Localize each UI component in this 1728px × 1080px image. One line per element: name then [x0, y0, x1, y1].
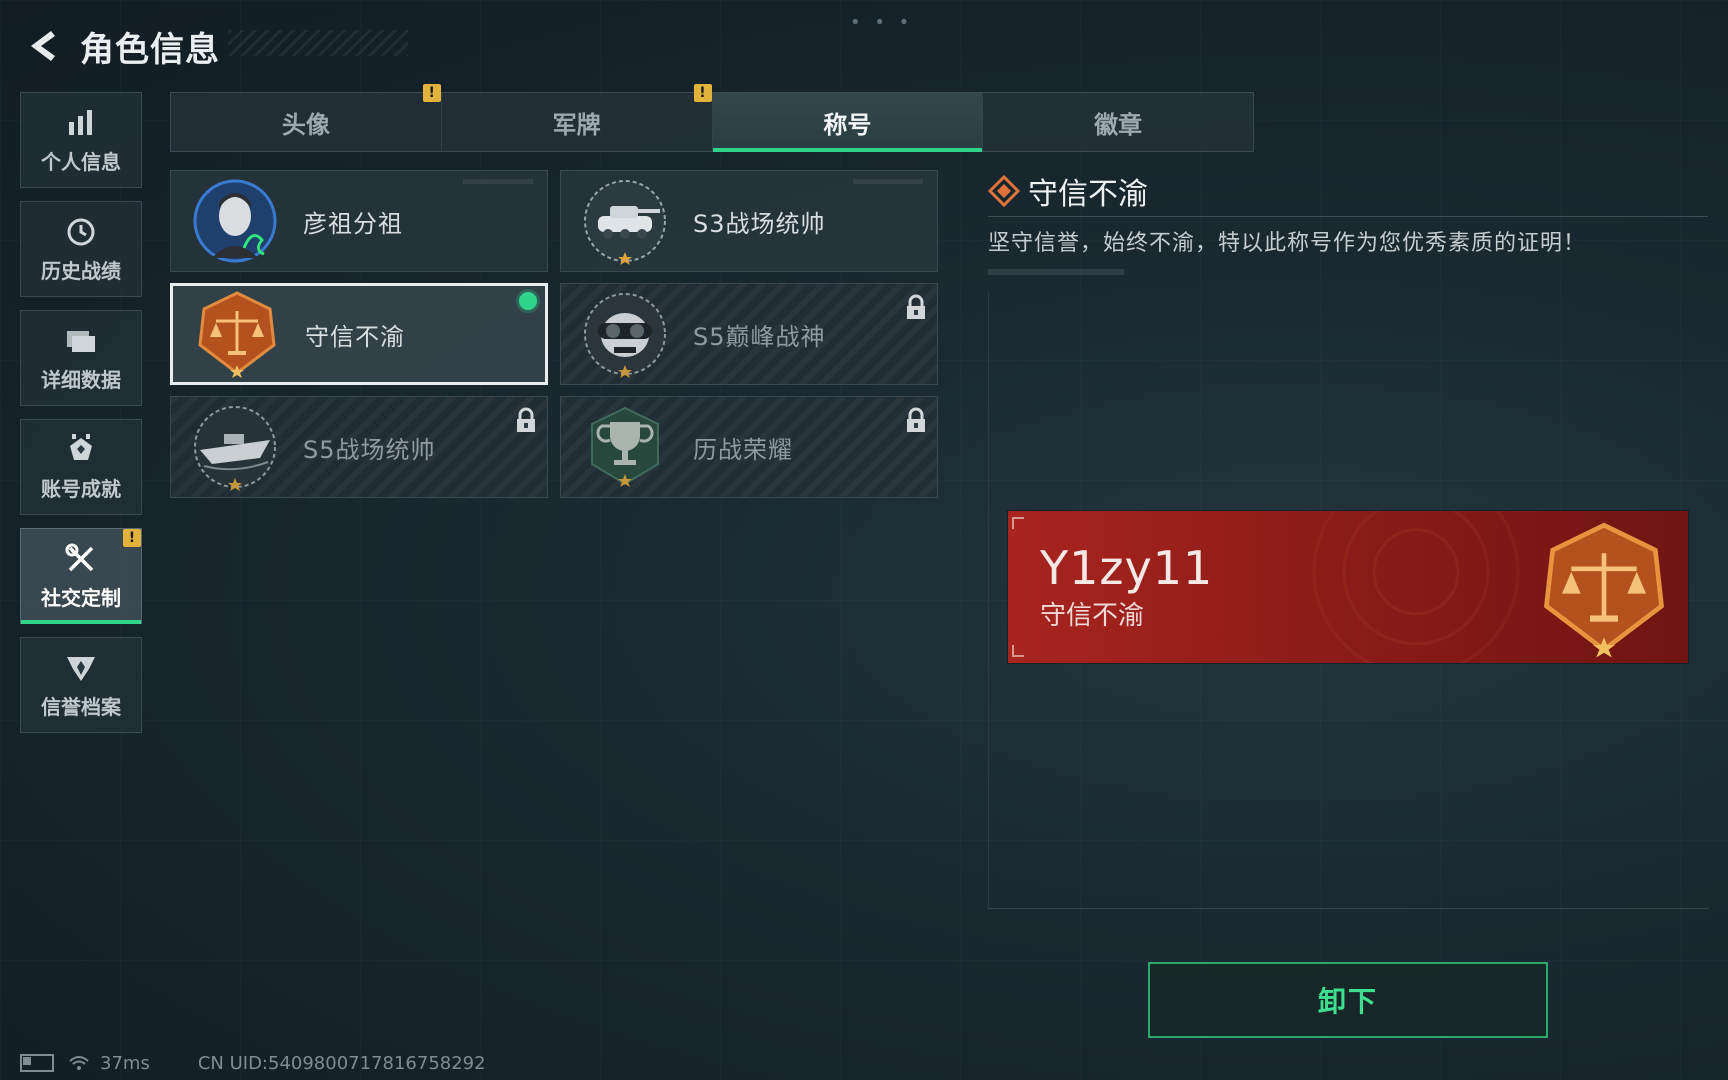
sidebar-item-credit-record[interactable]: 信誉档案 — [20, 637, 142, 733]
divider — [988, 216, 1708, 217]
tab-label: 军牌 — [552, 110, 601, 139]
scales-emblem-icon — [1543, 522, 1665, 658]
player-name: Y1zy11 — [1040, 541, 1214, 595]
title-card-s3-commander[interactable]: S3战场统帅 — [560, 170, 938, 272]
tab-label: 徽章 — [1094, 110, 1143, 139]
folder-icon — [64, 324, 98, 358]
sidebar-item-achievements[interactable]: 账号成就 — [20, 419, 142, 515]
title-card-battle-glory[interactable]: 历战荣耀 — [560, 396, 938, 498]
lock-icon — [515, 407, 537, 433]
title-card-s5-war-god[interactable]: S5巅峰战神 — [560, 283, 938, 385]
clock-icon — [64, 215, 98, 249]
shield-wing-icon — [64, 651, 98, 685]
title-banner-preview: Y1zy11 守信不渝 — [1008, 511, 1688, 663]
detail-title: 守信不渝 — [1028, 177, 1148, 212]
detail-decoration — [988, 269, 1124, 275]
top-handle: • • • — [850, 12, 914, 33]
title-tabs: 头像 ! 军牌 ! 称号 徽章 — [170, 84, 1254, 152]
page-title: 角色信息 — [80, 29, 220, 70]
title-name: S5巅峰战神 — [693, 322, 826, 351]
banner-corner — [1012, 645, 1024, 657]
wrench-screwdriver-icon — [64, 542, 98, 576]
back-arrow-icon — [31, 31, 55, 61]
equipped-indicator — [519, 292, 537, 310]
notification-badge: ! — [693, 84, 712, 102]
sidebar-item-detailed-data[interactable]: 详细数据 — [20, 310, 142, 406]
sidebar-item-label: 账号成就 — [41, 476, 121, 501]
tab-dog-tag[interactable]: 军牌 ! — [442, 84, 713, 151]
page-header: 角色信息 — [22, 22, 220, 70]
detail-description: 坚守信誉，始终不渝，特以此称号作为您优秀素质的证明！ — [988, 231, 1587, 256]
title-name: S3战场统帅 — [693, 209, 826, 238]
skull-goggles-emblem-icon — [577, 286, 673, 382]
bar-chart-icon — [64, 106, 98, 140]
title-name: 历战荣耀 — [693, 435, 793, 464]
notification-badge: ! — [422, 84, 441, 102]
boat-emblem-icon — [187, 399, 283, 495]
diamond-icon — [988, 175, 1020, 207]
tab-label: 头像 — [281, 110, 330, 139]
title-name: S5战场统帅 — [303, 435, 436, 464]
wifi-icon — [69, 1056, 89, 1070]
card-decoration — [463, 179, 533, 184]
medal-icon — [64, 433, 98, 467]
notification-badge: ! — [123, 529, 141, 547]
sidebar-item-social-custom[interactable]: ! 社交定制 — [20, 528, 142, 624]
tab-badge[interactable]: 徽章 — [983, 93, 1253, 151]
sidebar-item-personal-info[interactable]: 个人信息 — [20, 92, 142, 188]
tab-label: 称号 — [823, 110, 872, 139]
status-bar: 37ms CN UID:5409800717816758292 — [20, 1046, 486, 1080]
uid-text: CN UID:5409800717816758292 — [197, 1052, 486, 1074]
title-card-s5-commander[interactable]: S5战场统帅 — [170, 396, 548, 498]
ping-text: 37ms — [100, 1052, 150, 1074]
sidebar-item-label: 个人信息 — [41, 149, 121, 174]
title-name: 守信不渝 — [305, 322, 405, 351]
banner-title: 守信不渝 — [1040, 601, 1145, 631]
battery-icon — [20, 1054, 54, 1072]
card-decoration — [853, 179, 923, 184]
back-button[interactable] — [22, 24, 66, 68]
portrait-emblem-icon — [187, 173, 283, 269]
sidebar: 个人信息 历史战绩 详细数据 账号成就 ! 社交定制 信誉档案 — [20, 92, 144, 746]
unequip-button[interactable]: 卸下 — [1148, 962, 1548, 1038]
lock-icon — [905, 407, 927, 433]
sidebar-item-label: 历史战绩 — [41, 258, 121, 283]
sidebar-item-history[interactable]: 历史战绩 — [20, 201, 142, 297]
lock-icon — [905, 294, 927, 320]
title-detail-panel: 守信不渝 坚守信誉，始终不渝，特以此称号作为您优秀素质的证明！ — [988, 170, 1708, 275]
tank-emblem-icon — [577, 173, 673, 269]
title-name: 彦祖分祖 — [303, 209, 403, 238]
title-card-keep-faith[interactable]: 守信不渝 — [170, 283, 548, 385]
trophy-emblem-icon — [577, 399, 673, 495]
tab-title[interactable]: 称号 — [712, 93, 984, 152]
tab-avatar[interactable]: 头像 ! — [171, 84, 442, 151]
title-card-yanzu[interactable]: 彦祖分祖 — [170, 170, 548, 272]
banner-corner — [1012, 517, 1024, 529]
sidebar-item-label: 信誉档案 — [41, 694, 121, 719]
title-decoration — [228, 30, 408, 56]
sidebar-item-label: 详细数据 — [41, 367, 121, 392]
scales-emblem-icon — [189, 286, 285, 382]
sidebar-item-label: 社交定制 — [41, 585, 121, 610]
